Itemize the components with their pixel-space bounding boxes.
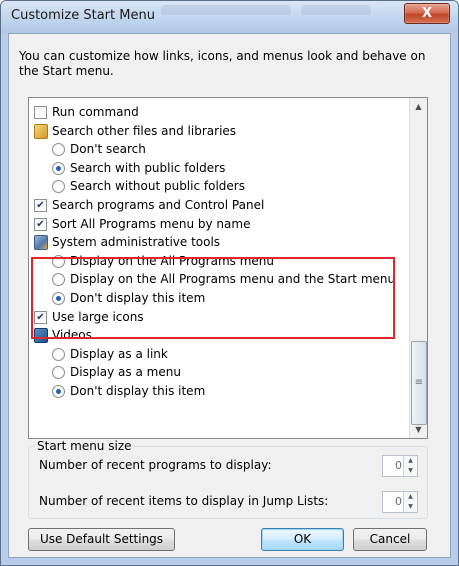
radio-selected[interactable] <box>52 385 65 398</box>
option-label: Display as a link <box>70 346 168 361</box>
radio-unselected[interactable] <box>52 180 65 194</box>
cancel-button[interactable]: Cancel <box>353 528 427 551</box>
window-title: Customize Start Menu <box>11 8 155 23</box>
spin-down-icon[interactable]: ▼ <box>404 502 417 512</box>
dialog-client-area: You can customize how links, icons, and … <box>8 33 451 558</box>
option-label: Display as a menu <box>70 365 181 380</box>
recent-programs-stepper[interactable]: 0 ▲ ▼ <box>382 455 418 477</box>
radio-unselected[interactable] <box>52 347 65 361</box>
spin-up-icon[interactable]: ▲ <box>404 492 417 502</box>
option-label: System administrative tools <box>52 235 221 250</box>
customize-start-menu-dialog: Customize Start Menu X You can customize… <box>0 0 459 566</box>
option-label: Don't display this item <box>70 384 206 398</box>
options-scrollbar[interactable]: ▲ ≡ ▼ <box>409 98 427 438</box>
recent-programs-spin-buttons[interactable]: ▲ ▼ <box>403 456 417 476</box>
option-label: Search with public folders <box>70 160 226 175</box>
radio-selected[interactable] <box>52 161 65 175</box>
option-label: Search other files and libraries <box>52 123 237 138</box>
scroll-down-arrow-icon[interactable]: ▼ <box>410 421 427 438</box>
ok-button[interactable]: OK <box>261 528 344 551</box>
recent-items-stepper[interactable]: 0 ▲ ▼ <box>382 491 418 513</box>
recent-programs-label: Number of recent programs to display: <box>39 458 272 472</box>
highlight-box <box>31 257 395 339</box>
background-blur <box>161 5 291 15</box>
spin-up-icon[interactable]: ▲ <box>404 456 417 466</box>
close-button[interactable]: X <box>404 3 450 24</box>
recent-items-value[interactable]: 0 <box>395 495 402 508</box>
scroll-up-arrow-icon[interactable]: ▲ <box>410 98 427 115</box>
option-label: Search without public folders <box>70 179 245 194</box>
admin-tools-icon <box>34 235 48 251</box>
start-menu-size-legend: Start menu size <box>35 439 134 453</box>
option-label: Don't search <box>70 142 146 157</box>
checkbox-checked[interactable]: ✔ <box>34 217 47 231</box>
spin-down-icon[interactable]: ▼ <box>404 466 417 476</box>
option-label: Search programs and Control Panel <box>52 198 265 212</box>
recent-items-label: Number of recent items to display in Jum… <box>39 494 329 508</box>
scroll-thumb[interactable]: ≡ <box>411 341 427 425</box>
recent-programs-value[interactable]: 0 <box>395 459 402 472</box>
checkbox-checked[interactable]: ✔ <box>34 199 47 212</box>
option-label: Sort All Programs menu by name <box>52 216 251 231</box>
option-label: Run command <box>52 105 139 119</box>
search-folder-icon <box>34 123 48 139</box>
intro-text: You can customize how links, icons, and … <box>19 49 426 78</box>
checkbox-unchecked[interactable] <box>34 106 47 119</box>
radio-unselected[interactable] <box>52 366 65 380</box>
start-menu-size-group: Start menu size Number of recent program… <box>28 439 428 519</box>
use-default-settings-button[interactable]: Use Default Settings <box>28 528 175 551</box>
title-bar[interactable]: Customize Start Menu X <box>1 1 458 33</box>
background-blur-2 <box>301 5 371 15</box>
radio-unselected[interactable] <box>52 143 65 157</box>
recent-items-spin-buttons[interactable]: ▲ ▼ <box>403 492 417 512</box>
